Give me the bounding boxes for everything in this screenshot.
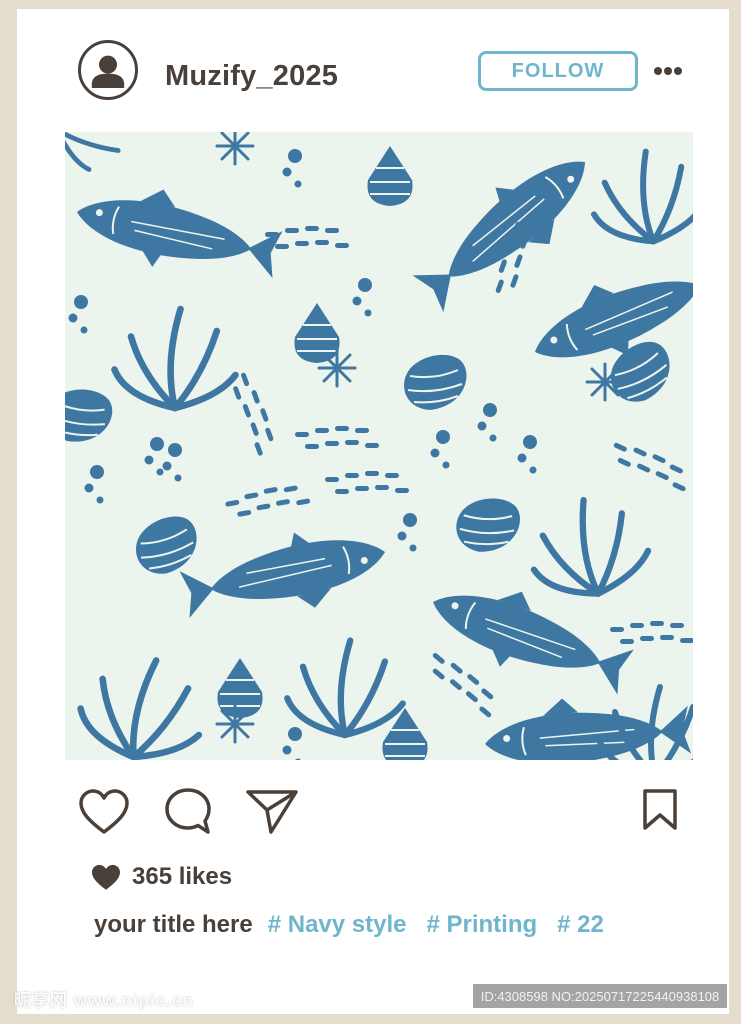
post-image[interactable] bbox=[65, 132, 693, 760]
caption-title: your title here bbox=[94, 911, 253, 938]
site-watermark: 昵享网 www.nipic.cn bbox=[14, 991, 194, 1010]
speech-bubble-icon bbox=[165, 788, 211, 834]
avatar[interactable] bbox=[78, 40, 138, 100]
heart-filled-icon bbox=[92, 864, 120, 890]
post-card: Muzify_2025 FOLLOW 365 likes your title … bbox=[17, 9, 729, 1014]
paper-plane-icon bbox=[246, 790, 298, 834]
username[interactable]: Muzify_2025 bbox=[165, 60, 338, 93]
likes-count[interactable]: 365 likes bbox=[132, 863, 232, 891]
hashtag-navy-style[interactable]: # Navy style bbox=[268, 911, 407, 939]
like-button[interactable] bbox=[78, 788, 130, 836]
bookmark-icon bbox=[643, 789, 677, 830]
hashtag-22[interactable]: # 22 bbox=[557, 911, 604, 939]
heart-outline-icon bbox=[79, 789, 129, 834]
ocean-pattern-illustration bbox=[65, 132, 693, 760]
caption: your title here # Navy style # Printing … bbox=[94, 911, 604, 939]
follow-button[interactable]: FOLLOW bbox=[478, 51, 638, 91]
user-avatar-icon bbox=[91, 55, 125, 88]
more-options-button[interactable] bbox=[653, 57, 683, 85]
comment-button[interactable] bbox=[163, 786, 213, 836]
hashtag-printing[interactable]: # Printing bbox=[426, 911, 537, 939]
image-id-watermark: ID:4308598 NO:20250717225440938108 bbox=[473, 984, 727, 1008]
likes-row: 365 likes bbox=[90, 860, 232, 894]
more-dots-icon bbox=[654, 67, 682, 75]
save-button[interactable] bbox=[641, 788, 679, 832]
share-button[interactable] bbox=[245, 788, 299, 836]
